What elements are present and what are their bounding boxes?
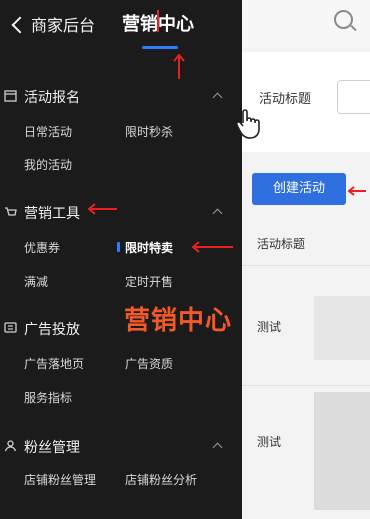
field-label: 活动标题 [259,92,312,107]
panel-header [242,0,370,48]
side-drawer: 商家后台 营销中心 活动报名 日常活动 限时秒杀 我的活动 [0,0,242,519]
menu-item-my-activity[interactable]: 我的活动 [24,156,72,173]
menu-item-ad-qualification[interactable]: 广告资质 [125,355,173,372]
app: 商家后台 营销中心 活动报名 日常活动 限时秒杀 我的活动 [0,0,370,519]
section-activity: 活动报名 日常活动 限时秒杀 我的活动 [0,86,242,176]
create-activity-button[interactable]: 创建活动 [252,173,346,205]
menu-item-daily-activity[interactable]: 日常活动 [24,123,72,140]
section-fans: 粉丝管理 店铺粉丝管理 店铺粉丝分析 [0,436,242,496]
red-cursor-mark [157,10,159,32]
menu-item-fan-management[interactable]: 店铺粉丝管理 [24,471,96,488]
fans-icon [4,440,17,452]
menu-item-ad-landing-page[interactable]: 广告落地页 [24,355,84,372]
section-title: 广告投放 [24,322,80,338]
red-arrow-left-icon [347,186,366,196]
section-title: 活动报名 [24,90,80,106]
hand-cursor-icon [235,109,260,139]
chevron-up-icon[interactable] [212,208,223,219]
menu-item-service-metrics[interactable]: 服务指标 [24,389,72,406]
calendar-icon [4,90,17,102]
ad-icon [4,322,17,333]
menu-item-flash-sale[interactable]: 限时秒杀 [125,123,173,140]
search-icon[interactable] [334,10,353,29]
menu-item-coupon[interactable]: 优惠券 [24,239,60,256]
content-panel: 活动标题 创建活动 活动标题 测试 测试 [242,0,370,519]
back-label: 商家后台 [31,16,96,35]
divider [242,385,370,386]
section-header[interactable]: 活动报名 [0,86,242,108]
cart-icon [5,207,17,216]
menu-item-fan-analysis[interactable]: 店铺粉丝分析 [125,471,197,488]
section-header[interactable]: 营销工具 [0,202,242,224]
menu-item-limited-sale[interactable]: 限时特卖 [125,239,173,256]
row-title: 测试 [257,435,282,449]
blurred-thumbnail [314,392,370,510]
chevron-left-icon [11,16,29,33]
menu-item-full-reduction[interactable]: 满减 [24,273,48,290]
overlay-caption: 营销中心 [124,306,233,336]
title-input[interactable] [337,80,370,114]
drawer-header: 商家后台 营销中心 [0,0,242,49]
back-button[interactable]: 商家后台 [11,12,96,36]
red-arrow-left-icon [87,203,117,215]
section-title: 营销工具 [24,206,80,222]
column-header: 活动标题 [257,237,306,251]
menu-item-timed-sale[interactable]: 定时开售 [125,273,173,290]
chevron-up-icon[interactable] [212,442,223,453]
title-underline [142,46,178,49]
red-arrow-left-icon [191,241,233,253]
chevron-up-icon[interactable] [212,92,223,103]
active-indicator [117,242,120,252]
section-header[interactable]: 粉丝管理 [0,436,242,458]
row-title: 测试 [257,320,282,334]
divider [242,265,370,266]
blurred-thumbnail [314,296,370,360]
section-title: 粉丝管理 [24,440,80,456]
red-arrow-up-icon [173,53,185,79]
